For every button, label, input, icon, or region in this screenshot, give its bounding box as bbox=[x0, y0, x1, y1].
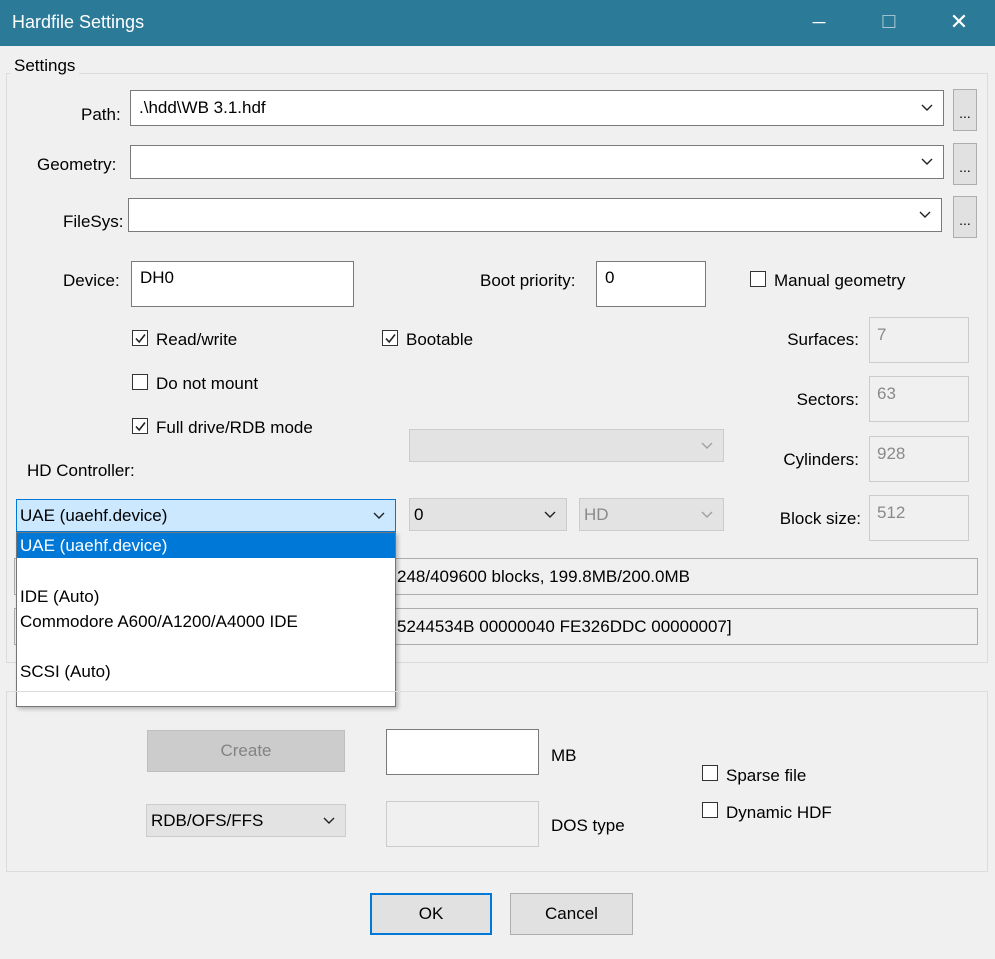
dos-type-input[interactable] bbox=[386, 801, 539, 847]
device-input[interactable]: DH0 bbox=[131, 261, 354, 307]
create-button[interactable]: Create bbox=[147, 730, 345, 772]
dos-type-label: DOS type bbox=[551, 816, 625, 835]
close-button[interactable]: ✕ bbox=[936, 0, 982, 46]
do-not-mount-label: Do not mount bbox=[156, 374, 259, 393]
geometry-info-text: 248/409600 blocks, 199.8MB/200.0MB bbox=[397, 567, 690, 586]
hd-controller-combo[interactable]: UAE (uaehf.device) bbox=[16, 499, 396, 532]
path-browse-button[interactable]: ... bbox=[953, 89, 977, 131]
chevron-down-icon bbox=[323, 817, 335, 825]
filesys-browse-button[interactable]: ... bbox=[953, 196, 977, 238]
cylinders-input[interactable]: 928 bbox=[869, 436, 969, 482]
filesys-label: FileSys: bbox=[63, 212, 124, 231]
bootable-checkbox[interactable] bbox=[382, 330, 398, 346]
chevron-down-icon bbox=[921, 158, 933, 166]
dropdown-option[interactable] bbox=[17, 558, 395, 583]
chevron-down-icon bbox=[373, 512, 385, 520]
sectors-value: 63 bbox=[877, 384, 896, 403]
controller-unit-combo[interactable]: 0 bbox=[409, 498, 567, 531]
size-unit-label: MB bbox=[551, 746, 577, 765]
sparse-file-checkbox[interactable] bbox=[702, 765, 718, 781]
hd-controller-dropdown-list: UAE (uaehf.device) IDE (Auto) Commodore … bbox=[16, 532, 396, 707]
read-write-checkbox[interactable] bbox=[132, 330, 148, 346]
geometry-combo[interactable] bbox=[130, 145, 944, 179]
checkmark-icon bbox=[385, 334, 396, 344]
manual-geometry-checkbox[interactable] bbox=[750, 271, 766, 287]
bootable-label: Bootable bbox=[406, 330, 474, 349]
sectors-label: Sectors: bbox=[796, 390, 859, 409]
cylinders-value: 928 bbox=[877, 444, 906, 463]
controller-subtype-combo[interactable] bbox=[409, 429, 724, 462]
maximize-button[interactable]: ☐ bbox=[866, 0, 912, 46]
dropdown-option[interactable]: IDE (Auto) bbox=[17, 584, 395, 609]
cancel-button[interactable]: Cancel bbox=[510, 893, 633, 935]
cylinders-label: Cylinders: bbox=[783, 450, 859, 469]
rdb-info-text: 5244534B 00000040 FE326DDC 00000007] bbox=[397, 617, 732, 636]
dynamic-hdf-label: Dynamic HDF bbox=[726, 803, 832, 822]
path-label: Path: bbox=[81, 105, 121, 124]
sparse-file-label: Sparse file bbox=[726, 766, 807, 785]
chevron-down-icon bbox=[919, 211, 931, 219]
fs-type-combo[interactable]: RDB/OFS/FFS bbox=[146, 804, 346, 837]
path-combo[interactable]: .\hdd\WB 3.1.hdf bbox=[130, 90, 944, 126]
boot-priority-value: 0 bbox=[605, 268, 615, 287]
boot-priority-label: Boot priority: bbox=[480, 271, 576, 290]
boot-priority-input[interactable]: 0 bbox=[596, 261, 706, 307]
hd-controller-value: UAE (uaehf.device) bbox=[20, 505, 168, 525]
filesys-combo[interactable] bbox=[128, 198, 942, 232]
full-drive-label: Full drive/RDB mode bbox=[156, 418, 313, 437]
read-write-label: Read/write bbox=[156, 330, 238, 349]
hd-controller-label: HD Controller: bbox=[27, 461, 135, 480]
minimize-button[interactable]: ─ bbox=[796, 0, 842, 46]
controller-unit-value: 0 bbox=[414, 504, 424, 524]
chevron-down-icon bbox=[544, 511, 556, 519]
chevron-down-icon bbox=[921, 104, 933, 112]
checkmark-icon bbox=[135, 334, 146, 344]
dropdown-option[interactable]: SCSI (Auto) bbox=[17, 659, 395, 684]
full-drive-checkbox[interactable] bbox=[132, 418, 148, 434]
chevron-down-icon bbox=[701, 511, 713, 519]
dropdown-option[interactable]: Commodore A600/A1200/A4000 IDE bbox=[17, 609, 395, 634]
block-size-input[interactable]: 512 bbox=[869, 495, 969, 541]
size-input[interactable] bbox=[386, 729, 539, 775]
surfaces-input[interactable]: 7 bbox=[869, 317, 969, 363]
geometry-browse-button[interactable]: ... bbox=[953, 143, 977, 185]
device-label: Device: bbox=[63, 271, 120, 290]
window-title: Hardfile Settings bbox=[12, 12, 145, 32]
sectors-input[interactable]: 63 bbox=[869, 376, 969, 422]
ok-button[interactable]: OK bbox=[370, 893, 492, 935]
dynamic-hdf-checkbox[interactable] bbox=[702, 802, 718, 818]
dropdown-option[interactable] bbox=[17, 634, 395, 659]
fs-type-value: RDB/OFS/FFS bbox=[151, 810, 264, 830]
controller-type-value: HD bbox=[584, 504, 609, 524]
checkmark-icon bbox=[135, 422, 146, 432]
dropdown-option[interactable]: UAE (uaehf.device) bbox=[17, 533, 395, 558]
do-not-mount-checkbox[interactable] bbox=[132, 374, 148, 390]
controller-type-combo[interactable]: HD bbox=[579, 498, 724, 531]
title-bar bbox=[0, 0, 995, 46]
manual-geometry-label: Manual geometry bbox=[774, 271, 906, 290]
surfaces-label: Surfaces: bbox=[787, 330, 859, 349]
settings-group-label: Settings bbox=[10, 56, 80, 76]
block-size-label: Block size: bbox=[779, 509, 861, 528]
block-size-value: 512 bbox=[877, 503, 906, 522]
geometry-label: Geometry: bbox=[37, 155, 117, 174]
path-value: .\hdd\WB 3.1.hdf bbox=[139, 98, 266, 117]
device-value: DH0 bbox=[140, 268, 175, 287]
surfaces-value: 7 bbox=[877, 325, 887, 344]
chevron-down-icon bbox=[701, 442, 713, 450]
